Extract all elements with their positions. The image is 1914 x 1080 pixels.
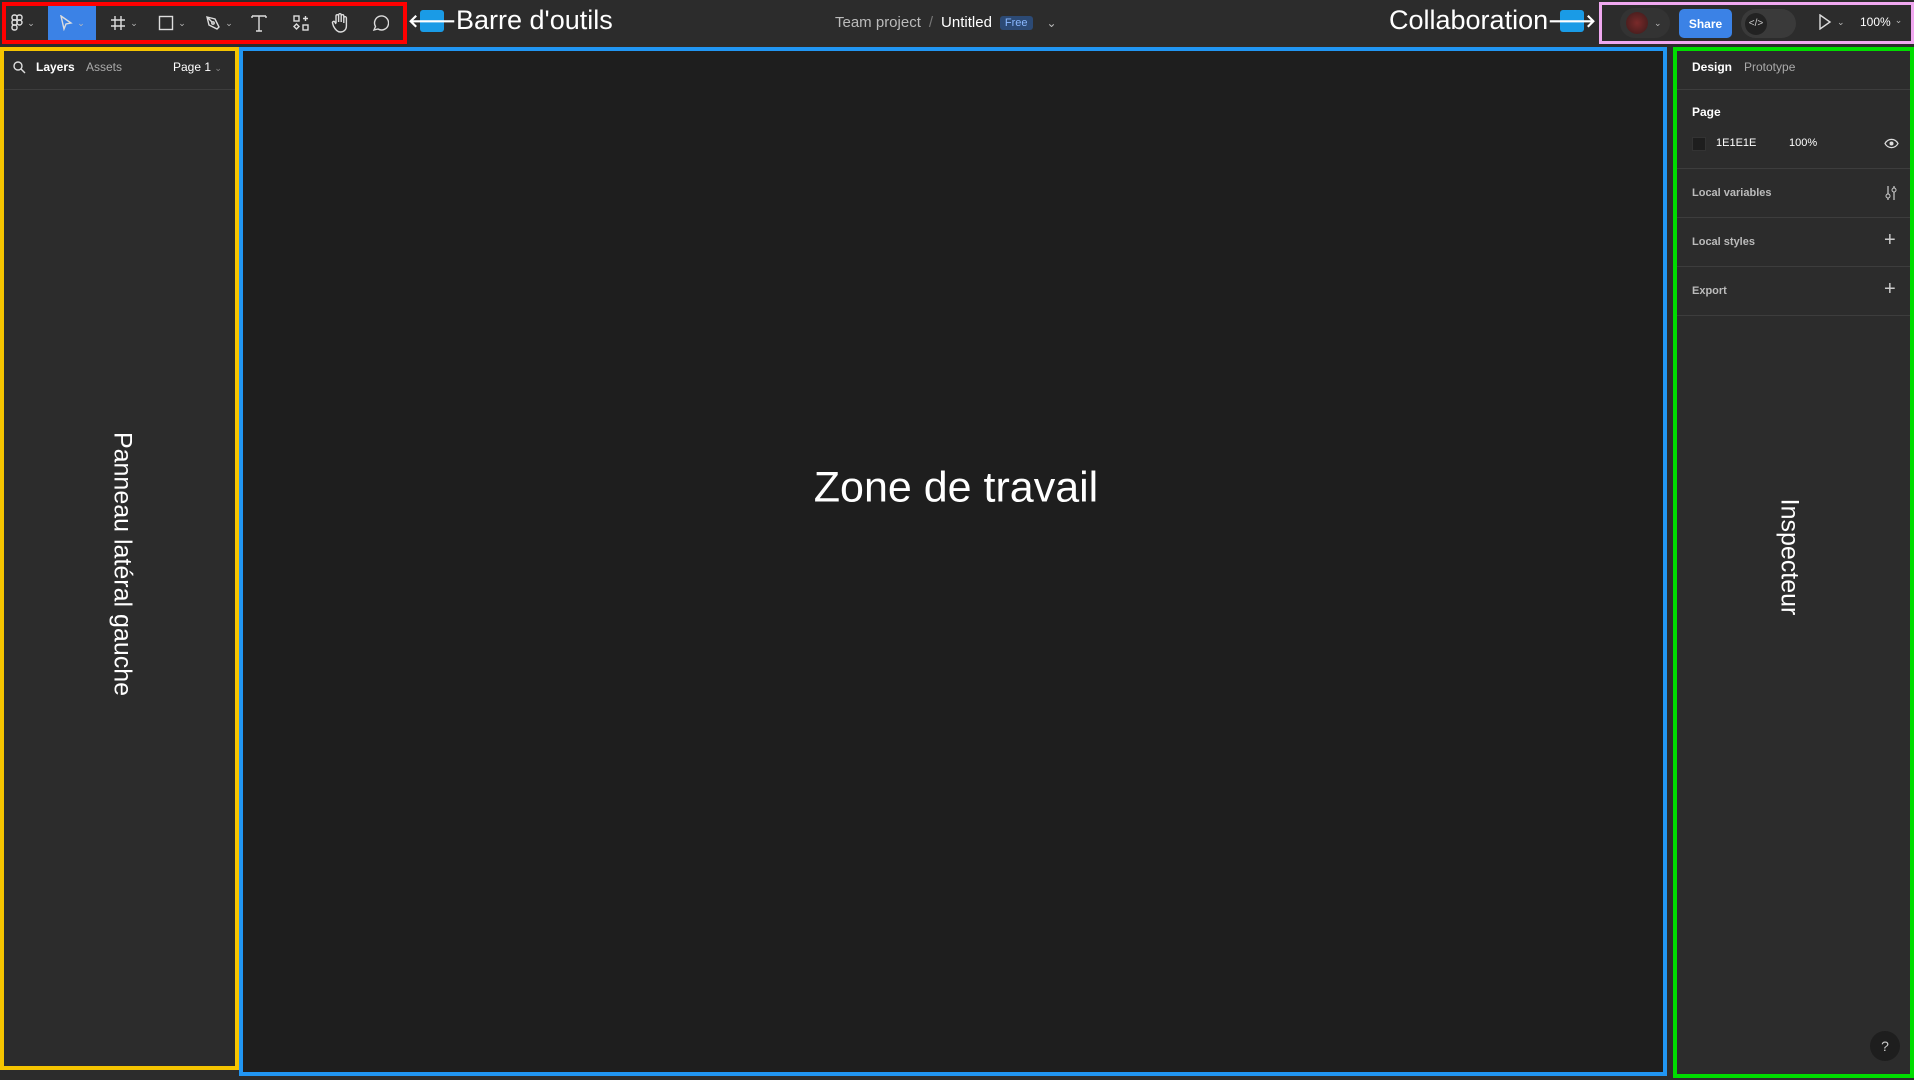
inspector-highlight-box <box>1673 47 1914 1078</box>
plan-badge: Free <box>999 15 1033 30</box>
file-name[interactable]: Untitled <box>941 14 992 31</box>
collaboration-highlight-box <box>1599 2 1914 44</box>
breadcrumb-separator: / <box>928 14 934 31</box>
arrow-right-icon: 🡒 <box>1547 10 1597 32</box>
toolbar-annotation: Barre d'outils <box>456 5 613 35</box>
canvas-highlight-box <box>239 47 1667 1076</box>
project-name[interactable]: Team project <box>835 14 921 31</box>
toolbar-highlight-box <box>2 2 407 44</box>
collaboration-annotation: Collaboration <box>1389 5 1549 35</box>
file-menu-chevron-icon[interactable]: ⌄ <box>1047 16 1057 30</box>
left-panel-highlight-box <box>0 47 239 1070</box>
arrow-left-icon: 🡐 <box>407 10 457 32</box>
file-breadcrumb: Team project / Untitled Free ⌄ <box>835 14 1057 31</box>
